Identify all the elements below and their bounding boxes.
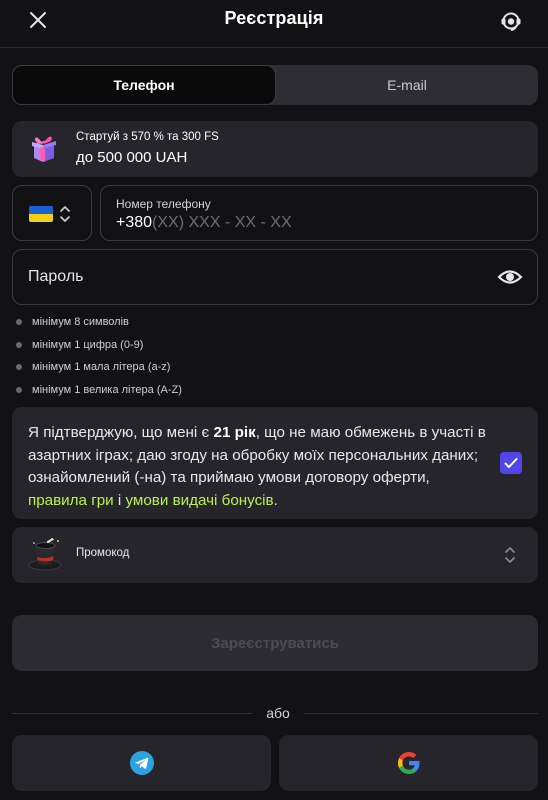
header: Реєстрація [0,0,548,48]
auth-method-tabs: Телефон E-mail [12,65,538,105]
password-rule: мінімум 8 символів [16,314,182,337]
telegram-icon [129,751,154,775]
bonus-subtitle: Стартуй з 570 % та 300 FS [76,131,219,143]
password-requirements: мінімум 8 символів мінімум 1 цифра (0-9)… [16,314,182,404]
bonus-terms-link[interactable]: умови видачі бонусів [126,492,274,509]
phone-number-field[interactable]: Номер телефону +380(XX) XXX - XX - XX [100,185,538,241]
google-login-button[interactable] [279,735,538,791]
tab-phone[interactable]: Телефон [12,65,276,105]
phone-prefix: +380 [116,214,153,231]
google-icon [397,752,419,774]
gift-icon [32,136,56,162]
age-requirement: 21 рік [213,424,256,441]
welcome-bonus-banner: Стартуй з 570 % та 300 FS до 500 000 UAH [12,121,538,177]
password-rule: мінімум 1 велика літера (A-Z) [16,382,182,405]
game-rules-link[interactable]: правила гри [28,492,114,509]
support-headset-icon[interactable] [498,8,524,34]
consent-text-part: і [113,492,126,510]
phone-field-label: Номер телефону [116,197,211,211]
terms-consent-box: Я підтверджую, що мені є 21 рік, що не м… [12,407,538,519]
consent-text-part: Я підтверджую, що мені є [28,424,214,441]
chevron-up-down-icon [60,206,70,222]
consent-text-part: . [273,492,278,510]
magic-hat-icon [28,535,62,571]
bonus-amount: до 500 000 UAH [76,149,188,166]
password-field[interactable]: Пароль [12,249,538,305]
consent-checkbox[interactable] [500,452,522,474]
password-rule: мінімум 1 цифра (0-9) [16,337,182,360]
ukraine-flag-icon [29,206,53,222]
country-code-selector[interactable] [12,185,92,241]
divider-text: або [266,705,290,721]
checkmark-icon [504,458,518,468]
chevron-up-down-icon [505,547,515,563]
page-title: Реєстрація [224,8,324,28]
register-button[interactable]: Зареєструватись [12,615,538,671]
consent-text: Я підтверджую, що мені є 21 рік, що не м… [28,422,486,513]
phone-input[interactable]: +380(XX) XXX - XX - XX [116,214,292,232]
promo-code-toggle[interactable]: Промокод [12,527,538,583]
phone-mask: (XX) XXX - XX - XX [152,214,292,231]
tab-email[interactable]: E-mail [276,65,538,105]
divider-line [12,713,252,714]
promo-code-label: Промокод [76,547,130,559]
password-input[interactable]: Пароль [28,268,84,286]
telegram-login-button[interactable] [12,735,271,791]
password-rule: мінімум 1 мала літера (a-z) [16,359,182,382]
eye-icon[interactable] [497,266,523,288]
divider-line [304,713,538,714]
